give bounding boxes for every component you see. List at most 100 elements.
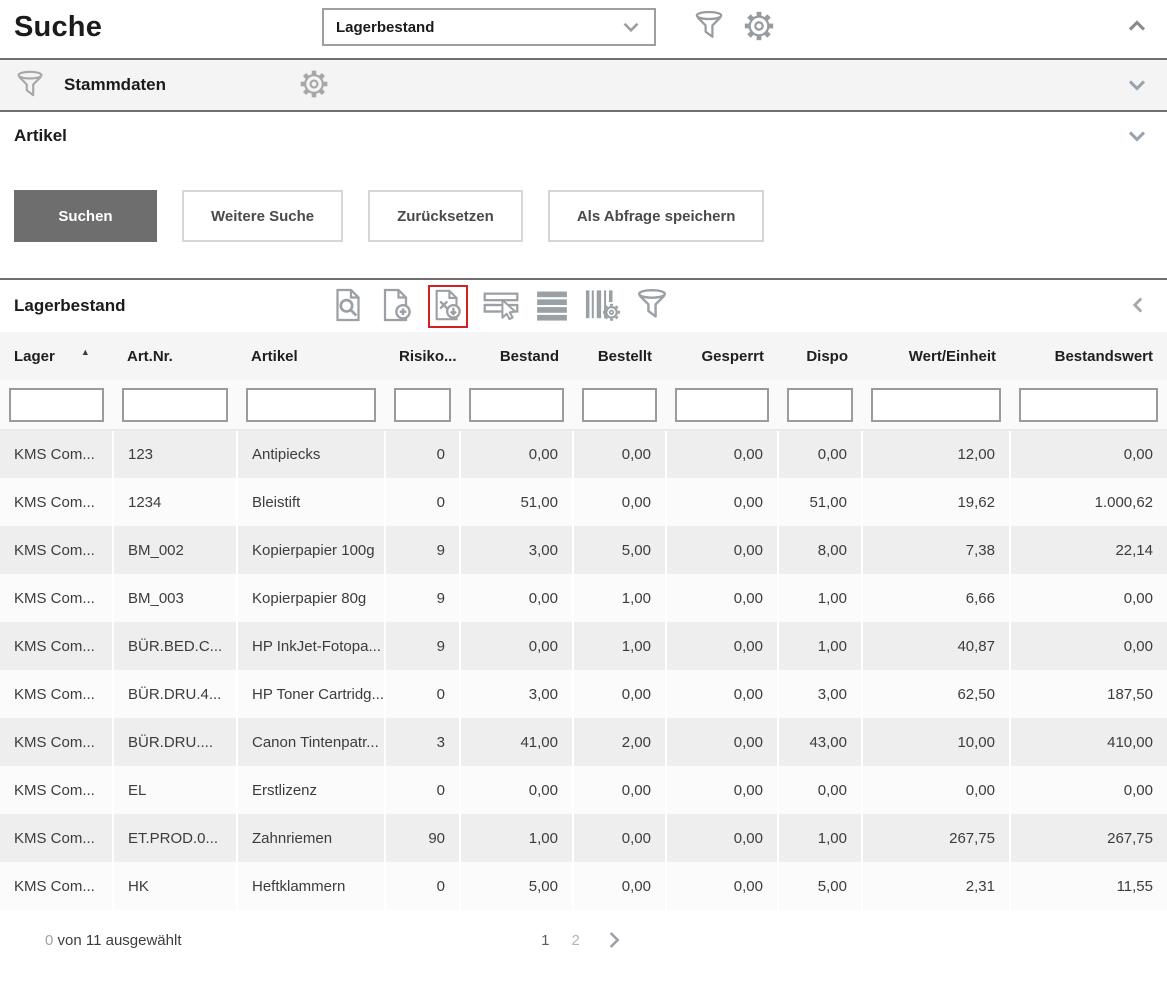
chevron-left-icon[interactable] (1125, 292, 1151, 321)
table-row[interactable]: KMS Com...BÜR.DRU....Canon Tintenpatr...… (0, 718, 1167, 766)
pagination: 12 (541, 928, 626, 952)
section-label: Artikel (14, 126, 67, 146)
row-density-icon[interactable] (534, 288, 570, 325)
column-header-2[interactable]: Art.Nr. (113, 332, 237, 380)
table-cell: 1,00 (778, 622, 862, 670)
column-header-5[interactable]: Bestand (460, 332, 573, 380)
column-filter-input-2[interactable] (122, 388, 228, 422)
column-filter-input-5[interactable] (469, 388, 564, 422)
column-header-6[interactable]: Bestellt (573, 332, 666, 380)
selected-count: 0 (45, 932, 53, 949)
table-cell: 187,50 (1010, 670, 1167, 718)
results-title: Lagerbestand (14, 296, 154, 316)
table-cell: 1,00 (460, 814, 573, 862)
table-row[interactable]: KMS Com...BM_003Kopierpapier 80g90,001,0… (0, 574, 1167, 622)
column-filter-input-1[interactable] (9, 388, 104, 422)
collapse-panel-icon[interactable] (1123, 12, 1151, 43)
table-cell: 43,00 (778, 718, 862, 766)
table-cell: Heftklammern (237, 862, 385, 910)
column-header-4[interactable]: Risiko... (385, 332, 460, 380)
document-add-icon[interactable] (379, 287, 415, 326)
column-header-8[interactable]: Dispo (778, 332, 862, 380)
table-footer: 0 von 11 ausgewählt 12 (0, 910, 1167, 970)
table-row[interactable]: KMS Com...1234Bleistift051,000,000,0051,… (0, 478, 1167, 526)
table-cell: BÜR.BED.C... (113, 622, 237, 670)
table-row[interactable]: KMS Com...123Antipiecks00,000,000,000,00… (0, 430, 1167, 478)
table-cell: 0,00 (1010, 766, 1167, 814)
table-cell: 3 (385, 718, 460, 766)
table-cell: Zahnriemen (237, 814, 385, 862)
table-row[interactable]: KMS Com...BM_002Kopierpapier 100g93,005,… (0, 526, 1167, 574)
table-cell: 123 (113, 430, 237, 478)
table-cell: BM_003 (113, 574, 237, 622)
search-button[interactable]: Suchen (14, 190, 157, 242)
section-stammdaten[interactable]: Stammdaten (0, 60, 1167, 112)
page-number-1[interactable]: 1 (541, 932, 549, 949)
column-filter-input-4[interactable] (394, 388, 451, 422)
filter-icon[interactable] (634, 287, 670, 326)
table-cell: 0,00 (1010, 574, 1167, 622)
chevron-down-icon[interactable] (1123, 71, 1151, 99)
table-cell: 0,00 (460, 574, 573, 622)
table-cell: 0,00 (460, 430, 573, 478)
table-cell: 0,00 (573, 478, 666, 526)
table-cell: 0,00 (573, 814, 666, 862)
column-filter-input-7[interactable] (675, 388, 769, 422)
column-filter-input-8[interactable] (787, 388, 853, 422)
table-cell: KMS Com... (0, 766, 113, 814)
column-header-3[interactable]: Artikel (237, 332, 385, 380)
filter-icon[interactable] (692, 9, 726, 46)
save-query-button[interactable]: Als Abfrage speichern (548, 190, 765, 242)
select-rows-icon[interactable] (481, 288, 521, 325)
table-cell: 0,00 (573, 430, 666, 478)
table-cell: 0 (385, 862, 460, 910)
table-cell: 0 (385, 478, 460, 526)
page-number-2[interactable]: 2 (572, 932, 580, 949)
table-cell: 410,00 (1010, 718, 1167, 766)
table-cell: 0,00 (666, 670, 778, 718)
column-filter-input-3[interactable] (246, 388, 376, 422)
table-cell: 0,00 (666, 430, 778, 478)
column-header-9[interactable]: Wert/Einheit (862, 332, 1010, 380)
table-cell: 0,00 (460, 766, 573, 814)
table-row[interactable]: KMS Com...BÜR.BED.C...HP InkJet-Fotopa..… (0, 622, 1167, 670)
table-row[interactable]: KMS Com...HKHeftklammern05,000,000,005,0… (0, 862, 1167, 910)
table-cell: 19,62 (862, 478, 1010, 526)
table-cell: KMS Com... (0, 814, 113, 862)
column-filter-input-6[interactable] (582, 388, 657, 422)
table-cell: 1,00 (573, 622, 666, 670)
table-cell: 0,00 (666, 622, 778, 670)
column-header-1[interactable]: Lager▲ (0, 332, 113, 380)
table-cell: 62,50 (862, 670, 1010, 718)
reset-button[interactable]: Zurücksetzen (368, 190, 523, 242)
results-header: Lagerbestand (0, 280, 1167, 332)
table-cell: 7,38 (862, 526, 1010, 574)
column-filter-input-10[interactable] (1019, 388, 1158, 422)
table-cell: 51,00 (460, 478, 573, 526)
chevron-down-icon[interactable] (1123, 122, 1151, 150)
document-export-excel-icon[interactable] (428, 285, 468, 328)
barcode-settings-icon[interactable] (583, 287, 621, 326)
table-cell: 0,00 (1010, 622, 1167, 670)
table-cell: 0,00 (778, 766, 862, 814)
table-cell: 2,31 (862, 862, 1010, 910)
table-cell: 5,00 (573, 526, 666, 574)
document-preview-icon[interactable] (330, 287, 366, 326)
table-cell: 12,00 (862, 430, 1010, 478)
table-cell: KMS Com... (0, 862, 113, 910)
next-page-icon[interactable] (602, 928, 626, 952)
table-cell: 0,00 (778, 430, 862, 478)
column-header-10[interactable]: Bestandswert (1010, 332, 1167, 380)
gear-icon[interactable] (742, 9, 776, 46)
further-search-button[interactable]: Weitere Suche (182, 190, 343, 242)
table-row[interactable]: KMS Com...ELErstlizenz00,000,000,000,000… (0, 766, 1167, 814)
section-label: Stammdaten (64, 75, 166, 95)
table-row[interactable]: KMS Com...BÜR.DRU.4...HP Toner Cartridg.… (0, 670, 1167, 718)
gear-icon[interactable] (298, 68, 330, 103)
section-artikel[interactable]: Artikel (0, 112, 1167, 160)
column-header-7[interactable]: Gesperrt (666, 332, 778, 380)
table-row[interactable]: KMS Com...ET.PROD.0...Zahnriemen901,000,… (0, 814, 1167, 862)
table-cell: 0,00 (666, 526, 778, 574)
search-type-dropdown[interactable]: Lagerbestand (322, 8, 656, 46)
column-filter-input-9[interactable] (871, 388, 1001, 422)
